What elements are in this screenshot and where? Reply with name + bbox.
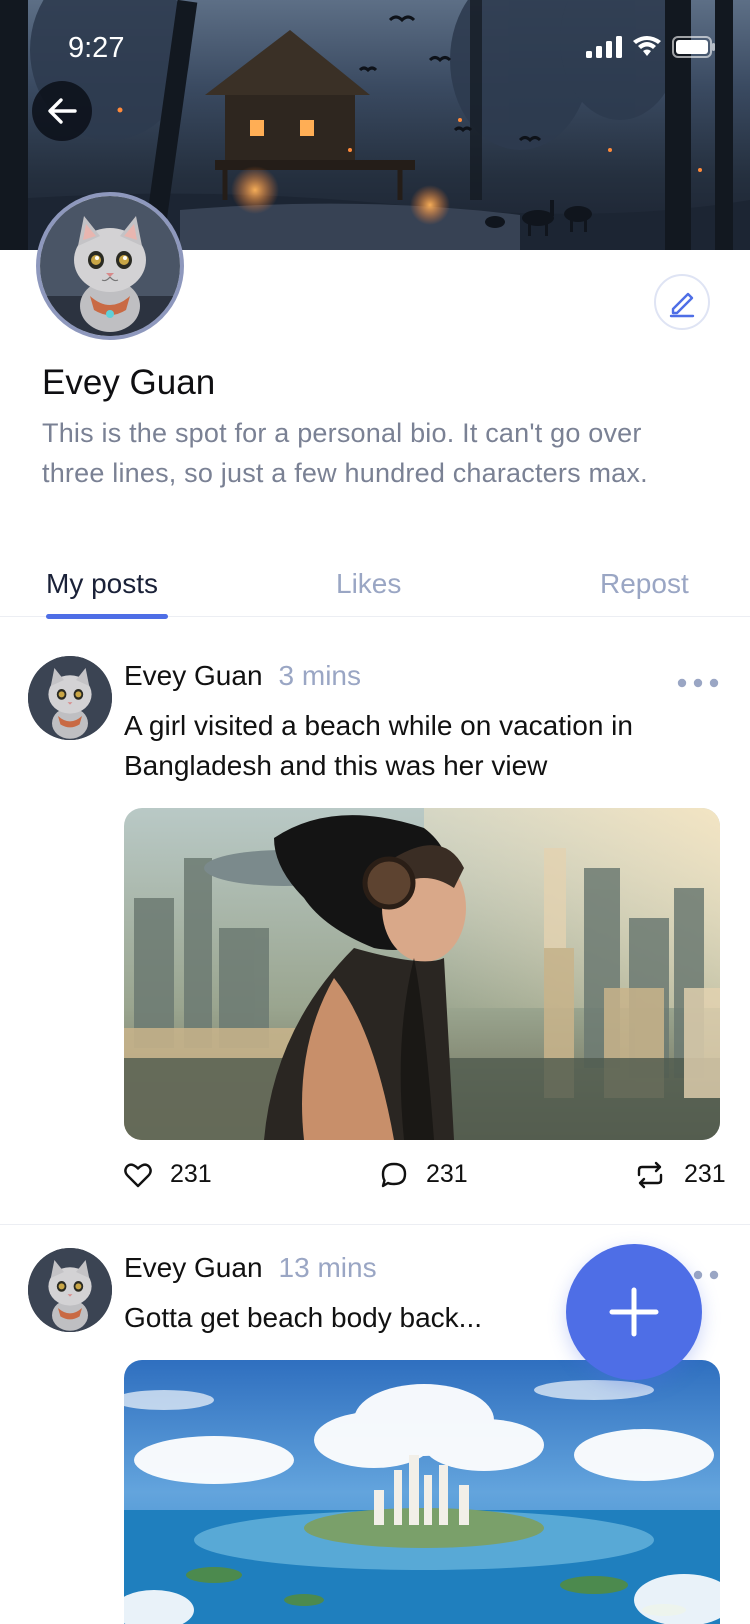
profile-avatar[interactable] xyxy=(36,192,184,340)
post-card[interactable]: Evey Guan 3 mins A girl visited a beach w… xyxy=(0,618,750,1224)
back-button[interactable] xyxy=(32,81,92,141)
profile-bio: This is the spot for a personal bio. It … xyxy=(42,418,648,488)
arrow-left-icon xyxy=(48,98,77,124)
tab-repost[interactable]: Repost xyxy=(600,568,689,600)
status-icons xyxy=(586,36,716,58)
comment-count: 231 xyxy=(426,1160,468,1188)
signal-icon xyxy=(586,36,622,58)
wifi-icon xyxy=(633,36,661,56)
repost-count: 231 xyxy=(684,1160,726,1188)
post-image[interactable] xyxy=(124,808,720,1140)
post-header: Evey Guan 13 mins xyxy=(124,1252,377,1284)
like-count: 231 xyxy=(170,1160,212,1188)
edit-profile-button[interactable] xyxy=(654,274,710,330)
post-author-avatar[interactable] xyxy=(28,656,112,740)
like-action[interactable]: 231 xyxy=(124,1160,212,1189)
more-options-icon[interactable] xyxy=(676,676,720,690)
profile-tabs: My posts Likes Repost xyxy=(0,560,750,619)
post-author-avatar[interactable] xyxy=(28,1248,112,1332)
tab-likes[interactable]: Likes xyxy=(336,568,401,600)
cat-avatar-image xyxy=(40,196,180,336)
repost-action[interactable]: 231 xyxy=(634,1160,726,1189)
post-header: Evey Guan 3 mins xyxy=(124,660,361,692)
floating-island-sea-image xyxy=(124,1360,720,1624)
cat-avatar-image xyxy=(28,656,112,740)
status-time: 9:27 xyxy=(68,32,125,64)
profile-name: Evey Guan xyxy=(42,363,216,402)
post-time: 3 mins xyxy=(278,660,361,691)
status-bar: 9:27 xyxy=(0,0,750,96)
cat-avatar-image xyxy=(28,1248,112,1332)
post-image[interactable] xyxy=(124,1360,720,1624)
post-time: 13 mins xyxy=(278,1252,377,1283)
heart-icon xyxy=(124,1162,152,1187)
plus-icon xyxy=(609,1287,659,1337)
comment-action[interactable]: 231 xyxy=(380,1160,468,1189)
post-text: A girl visited a beach while on vacation… xyxy=(124,710,633,781)
new-post-button[interactable] xyxy=(566,1244,702,1380)
post-actions: 231 231 231 xyxy=(124,1160,726,1200)
tab-my-posts[interactable]: My posts xyxy=(46,568,158,600)
repost-icon xyxy=(637,1161,663,1188)
comment-icon xyxy=(381,1162,407,1187)
battery-icon xyxy=(672,36,715,58)
post-author-name[interactable]: Evey Guan xyxy=(124,1252,263,1283)
pencil-icon xyxy=(669,292,695,318)
post-author-name[interactable]: Evey Guan xyxy=(124,660,263,691)
cyberpunk-girl-city-image xyxy=(124,808,720,1140)
